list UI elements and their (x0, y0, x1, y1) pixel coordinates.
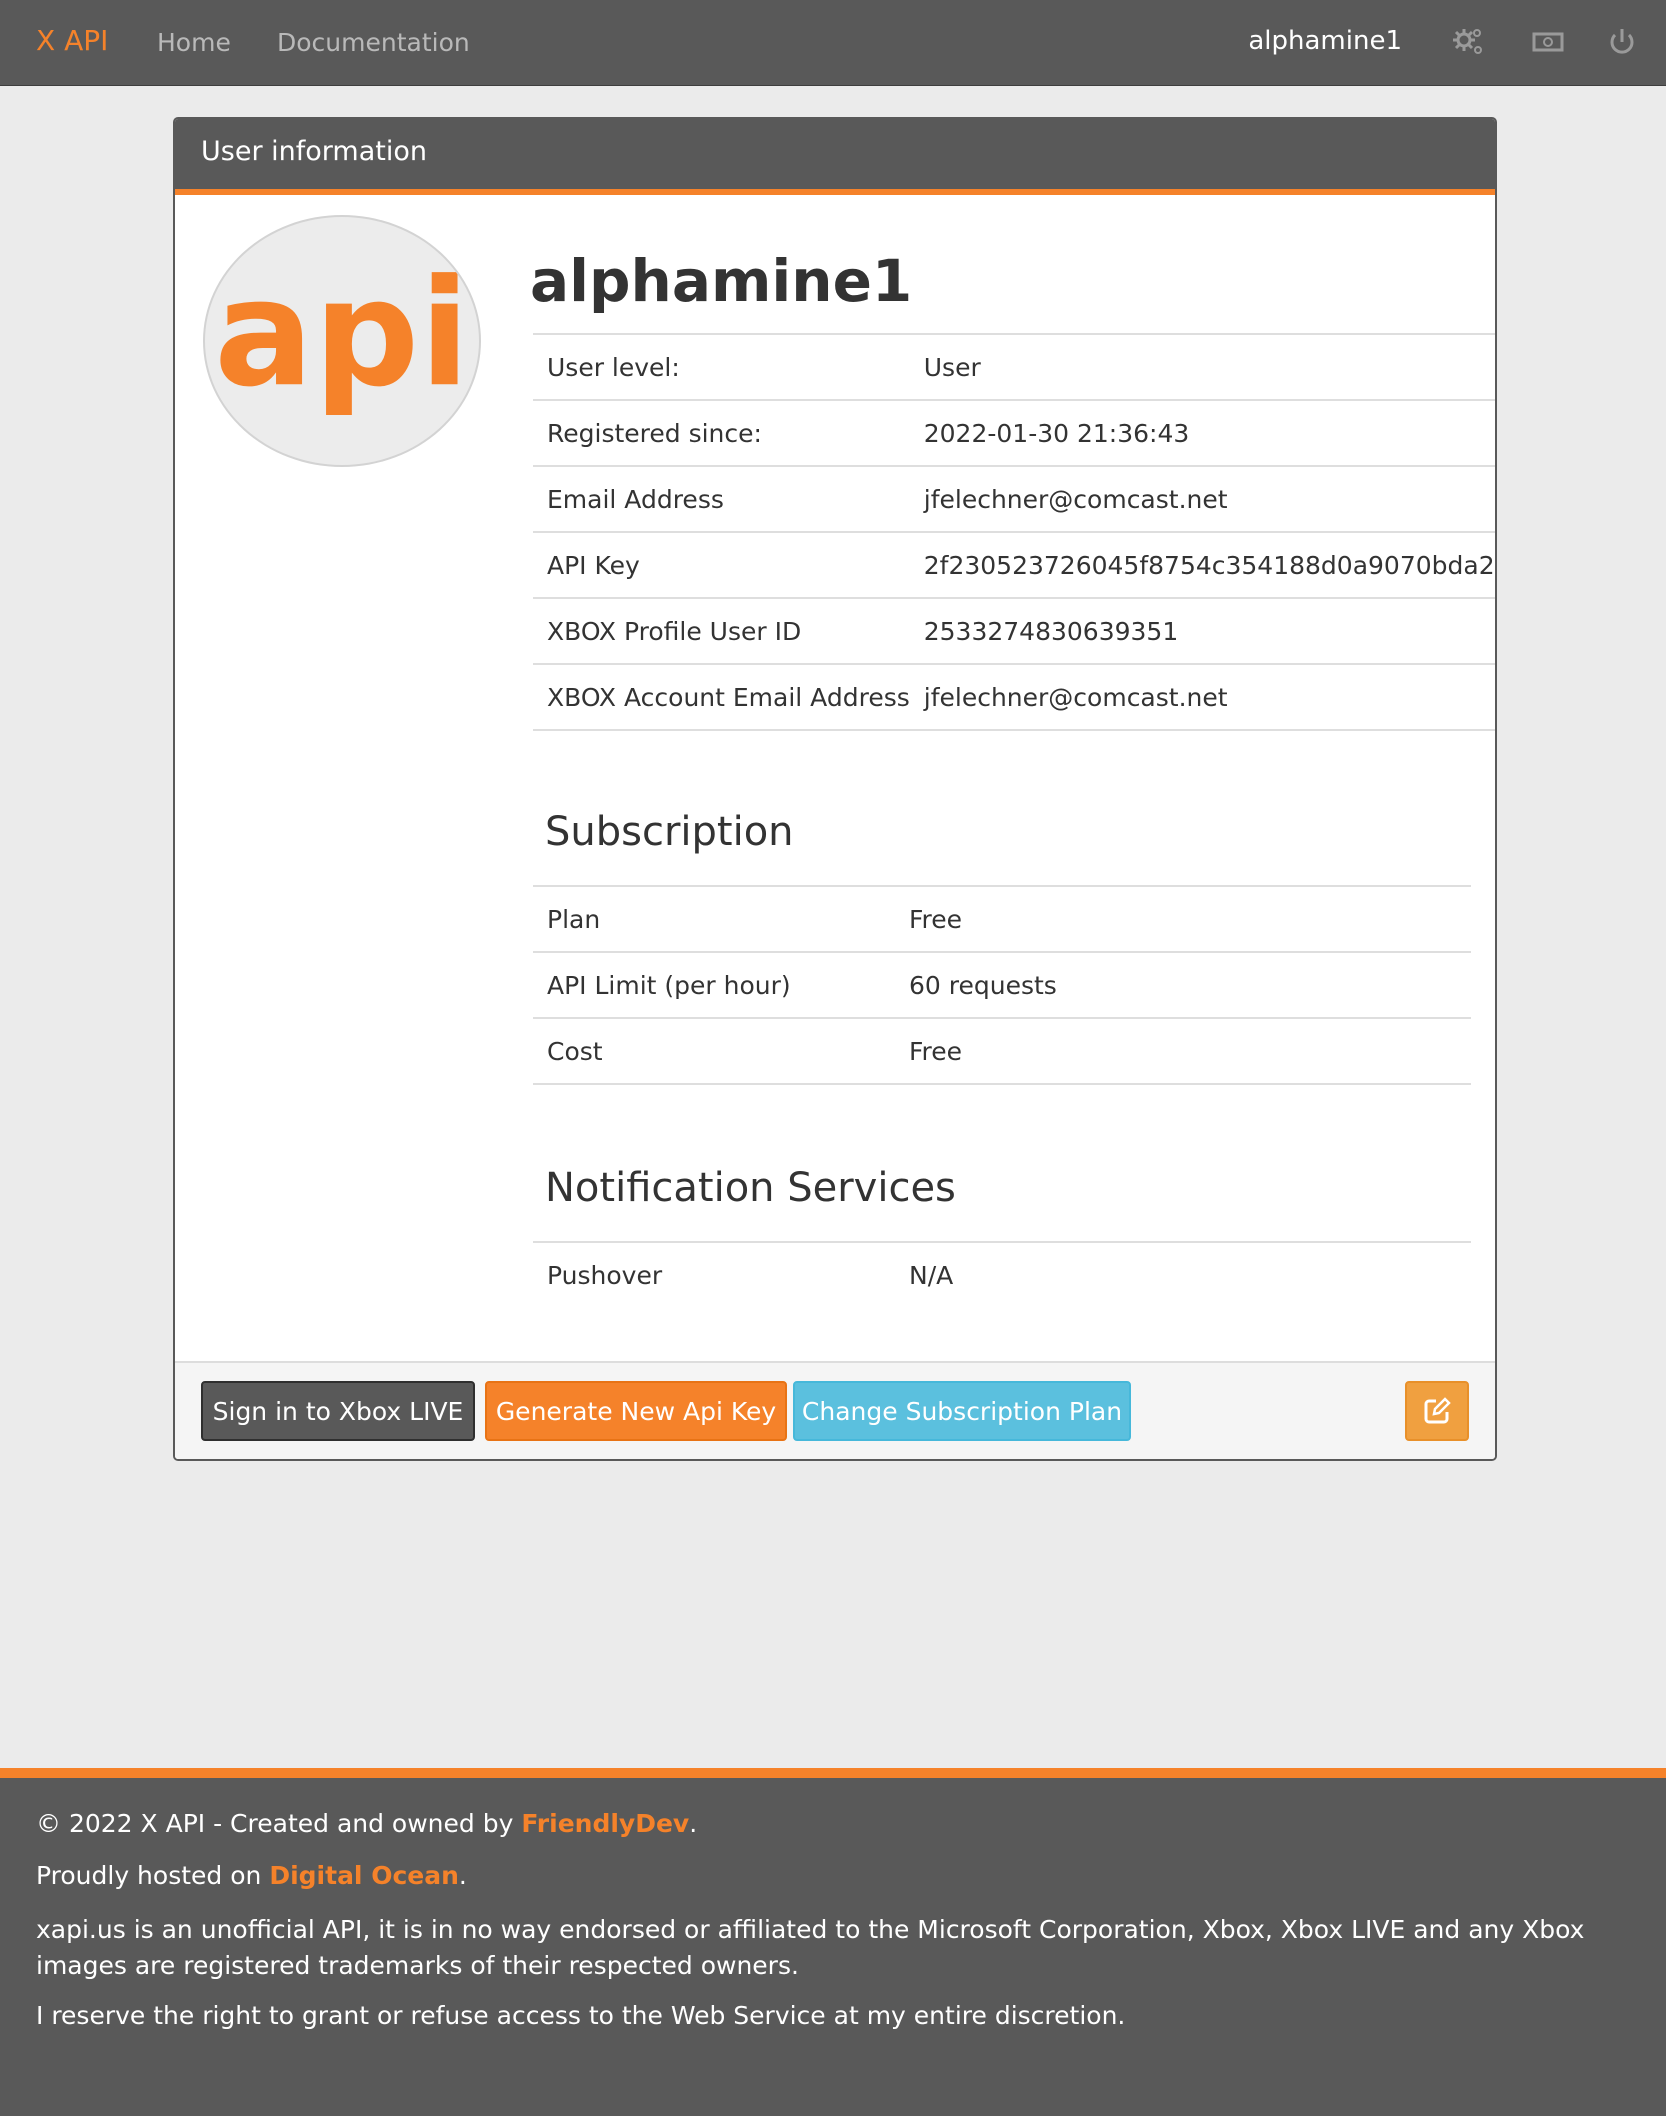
row-label: API Key (533, 531, 910, 598)
row-label: Email Address (533, 465, 910, 532)
row-value: Free (895, 885, 1471, 952)
top-navbar: X API Home Documentation alphamine1 (0, 0, 1666, 86)
row-value: 60 requests (895, 951, 1471, 1018)
table-row: API Key 2f230523726045f8754c354188d0a907… (533, 531, 1495, 598)
row-value: 2533274830639351 (909, 597, 1495, 664)
change-subscription-plan-button[interactable]: Change Subscription Plan (793, 1381, 1131, 1441)
table-row: XBOX Account Email Address jfelechner@co… (533, 663, 1495, 731)
table-row: Pushover N/A (533, 1241, 1471, 1307)
row-value: jfelechner@comcast.net (909, 465, 1495, 532)
subscription-heading: Subscription (545, 809, 794, 855)
row-label: API Limit (per hour) (533, 951, 895, 1018)
copyright-line: © 2022 X API - Created and owned by Frie… (36, 1806, 1626, 1842)
row-value: N/A (895, 1241, 1471, 1307)
sign-in-xbox-live-button[interactable]: Sign in to Xbox LIVE (201, 1381, 475, 1441)
row-label: Plan (533, 885, 895, 952)
user-info-panel: User information api alphamine1 User lev… (173, 117, 1497, 1461)
row-label: User level: (533, 333, 910, 400)
period-text: . (689, 1809, 698, 1838)
table-row: Registered since: 2022-01-30 21:36:43 (533, 399, 1495, 466)
row-value: User (909, 333, 1495, 400)
nav-home-link[interactable]: Home (157, 28, 231, 57)
digital-ocean-link[interactable]: Digital Ocean (269, 1861, 459, 1890)
money-icon[interactable] (1530, 24, 1566, 60)
table-row: API Limit (per hour) 60 requests (533, 951, 1471, 1018)
row-label: Registered since: (533, 399, 910, 466)
nav-documentation-link[interactable]: Documentation (277, 28, 470, 57)
nav-username-link[interactable]: alphamine1 (1248, 26, 1402, 56)
panel-footer: Sign in to Xbox LIVE Generate New Api Ke… (175, 1361, 1495, 1459)
page-footer: © 2022 X API - Created and owned by Frie… (0, 1768, 1666, 2116)
hosted-line: Proudly hosted on Digital Ocean. (36, 1858, 1626, 1894)
copyright-text: © 2022 X API - Created and owned by (36, 1809, 522, 1838)
edit-profile-button[interactable] (1405, 1381, 1469, 1441)
avatar: api (203, 215, 481, 467)
rights-text: I reserve the right to grant or refuse a… (36, 2001, 1126, 2030)
panel-heading: User information (175, 119, 1495, 195)
notification-services-heading: Notification Services (545, 1165, 956, 1211)
user-info-table: User level: User Registered since: 2022-… (533, 333, 1495, 731)
disclaimer-text: xapi.us is an unofficial API, it is in n… (36, 1915, 1585, 1980)
profile-username: alphamine1 (530, 247, 913, 315)
gear-icon[interactable] (1450, 24, 1486, 60)
table-row: Email Address jfelechner@comcast.net (533, 465, 1495, 532)
api-key-value: 2f230523726045f8754c354188d0a9070bda22ba (909, 531, 1495, 598)
row-value: jfelechner@comcast.net (909, 663, 1495, 731)
brand-link[interactable]: X API (36, 24, 108, 57)
avatar-logo-text: api (214, 247, 470, 419)
notification-services-table: Pushover N/A (533, 1241, 1471, 1307)
period-text: . (458, 1861, 467, 1890)
row-label: XBOX Profile User ID (533, 597, 910, 664)
table-row: Cost Free (533, 1017, 1471, 1085)
friendlydev-link[interactable]: FriendlyDev (521, 1809, 689, 1838)
row-value: 2022-01-30 21:36:43 (909, 399, 1495, 466)
generate-api-key-button[interactable]: Generate New Api Key (485, 1381, 787, 1441)
panel-title: User information (201, 136, 427, 167)
table-row: User level: User (533, 333, 1495, 400)
power-icon[interactable] (1604, 24, 1640, 60)
edit-icon (1424, 1397, 1451, 1424)
row-label: Cost (533, 1017, 895, 1085)
table-row: XBOX Profile User ID 2533274830639351 (533, 597, 1495, 664)
row-label: XBOX Account Email Address (533, 663, 910, 731)
table-row: Plan Free (533, 885, 1471, 952)
hosted-text: Proudly hosted on (36, 1861, 270, 1890)
row-label: Pushover (533, 1241, 895, 1307)
subscription-table: Plan Free API Limit (per hour) 60 reques… (533, 885, 1471, 1085)
row-value: Free (895, 1017, 1471, 1085)
